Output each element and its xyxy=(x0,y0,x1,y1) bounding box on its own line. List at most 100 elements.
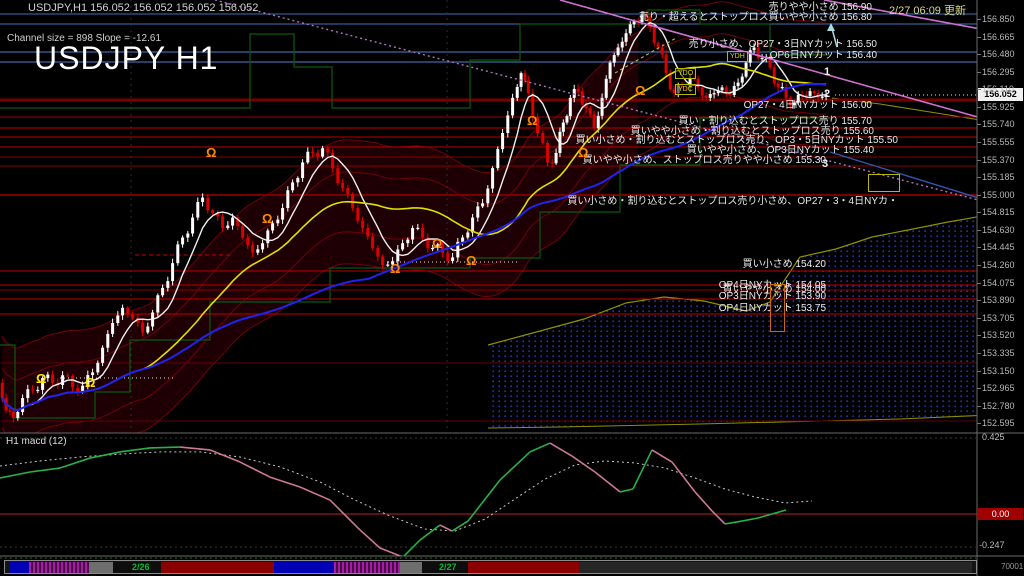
marker-box xyxy=(770,284,785,332)
macd-line-segment xyxy=(572,456,595,472)
session-segment xyxy=(468,562,579,573)
chart-canvas[interactable] xyxy=(0,0,1024,576)
axis-tick-label: 153.150 xyxy=(982,366,1015,376)
axis-tick xyxy=(977,353,981,354)
timeline-date-label: 2/26 xyxy=(132,562,150,573)
macd-line-segment xyxy=(360,530,380,548)
axis-tick-label: 154.075 xyxy=(982,278,1015,288)
axis-tick xyxy=(977,283,981,284)
macd-line-segment xyxy=(240,462,270,477)
macd-line-segment xyxy=(530,443,550,452)
axis-tick xyxy=(977,335,981,336)
omega-signal-icon: Ω xyxy=(390,262,400,275)
macd-line-segment xyxy=(712,511,725,524)
axis-tick-label: 156.480 xyxy=(982,49,1015,59)
marker-box xyxy=(868,174,900,192)
macd-line-segment xyxy=(550,443,572,456)
axis-tick xyxy=(977,318,981,319)
omega-signal-icon: Ω xyxy=(262,212,272,225)
macd-line-segment xyxy=(60,458,90,468)
axis-tick xyxy=(977,54,981,55)
session-segment xyxy=(579,562,972,573)
indicator-label: H1 macd (12) xyxy=(6,436,67,447)
level-annotation: 買いやや小さめ、ストップロス売りやや小さめ 155.30 xyxy=(583,156,826,166)
macd-line-segment xyxy=(620,489,633,492)
axis-tick-label: 156.665 xyxy=(982,32,1015,42)
axis-tick-label: 152.595 xyxy=(982,418,1015,428)
count-marker: 2 xyxy=(824,88,830,100)
axis-tick-label: 153.520 xyxy=(982,330,1015,340)
axis-tick-label: 152.780 xyxy=(982,401,1015,411)
omega-signal-icon: Ω xyxy=(85,376,95,389)
axis-tick-label: 154.815 xyxy=(982,207,1015,217)
timeline-date-label: 2/27 xyxy=(439,562,457,573)
axis-tick xyxy=(977,423,981,424)
axis-tick xyxy=(977,142,981,143)
macd-line-segment xyxy=(758,514,772,518)
omega-signal-icon: Ω xyxy=(432,237,442,250)
axis-tick-label: 152.965 xyxy=(982,383,1015,393)
macd-line-segment xyxy=(468,480,500,521)
session-segment xyxy=(9,562,29,573)
axis-tick xyxy=(977,406,981,407)
axis-tick xyxy=(977,19,981,20)
yesterday-level-box: YDC xyxy=(675,84,696,95)
page-title: USDJPY H1 xyxy=(34,40,218,77)
level-annotation: OP6日NYカット 156.40 xyxy=(770,51,877,61)
axis-tick-label: 154.445 xyxy=(982,242,1015,252)
macd-line-segment xyxy=(500,452,530,480)
macd-line-segment xyxy=(695,492,712,511)
axis-tick-label: 155.185 xyxy=(982,172,1015,182)
axis-tick-label: 156.295 xyxy=(982,67,1015,77)
macd-line-segment xyxy=(330,500,360,530)
level-annotation: 売り・超えるとストップロス買いやや小さめ 156.80 xyxy=(639,13,872,23)
macd-signal-line xyxy=(0,452,812,531)
macd-pane[interactable] xyxy=(0,438,977,557)
axis-tick xyxy=(977,195,981,196)
level-annotation: 買い小さめ・割り込むとストップロス売り小さめ、OP27・3・4日NYカ・ xyxy=(567,197,898,207)
macd-line-segment xyxy=(403,540,420,557)
macd-line-segment xyxy=(150,447,180,448)
axis-tick xyxy=(977,247,981,248)
session-segment xyxy=(274,562,334,573)
count-marker: 3 xyxy=(822,158,828,170)
session-strip xyxy=(0,557,977,559)
macd-line-segment xyxy=(270,477,300,487)
axis-tick xyxy=(977,371,981,372)
ohlc-header: USDJPY,H1 156.052 156.052 156.052 156.05… xyxy=(28,2,258,14)
axis-tick-label: 155.740 xyxy=(982,119,1015,129)
axis-tick-label: 156.850 xyxy=(982,14,1015,24)
indicator-axis-min: -0.247 xyxy=(979,540,1005,550)
yesterday-level-box: YDO xyxy=(675,68,696,79)
macd-line-segment xyxy=(120,448,150,452)
macd-line-segment xyxy=(633,450,652,489)
axis-tick-label: 155.555 xyxy=(982,137,1015,147)
axis-tick xyxy=(977,107,981,108)
axis-tick xyxy=(977,212,981,213)
level-annotation: OP27・4日NYカット 156.00 xyxy=(744,101,872,111)
axis-tick xyxy=(977,124,981,125)
axis-tick xyxy=(977,37,981,38)
macd-line-segment xyxy=(180,447,210,450)
axis-tick xyxy=(977,177,981,178)
session-timeline-bar: macd OS 2/262/27 xyxy=(4,560,977,574)
macd-line-segment xyxy=(420,525,440,540)
omega-signal-icon: Ω xyxy=(635,84,645,97)
macd-line-segment xyxy=(652,450,672,462)
axis-tick-label: 155.000 xyxy=(982,190,1015,200)
axis-tick xyxy=(977,388,981,389)
count-marker: 1 xyxy=(824,66,830,78)
axis-tick-label: 153.890 xyxy=(982,295,1015,305)
yesterday-level-box: YDH xyxy=(727,51,748,62)
macd-line-segment xyxy=(725,521,742,524)
level-annotation: 売り小さめ、OP27・3日NYカット 156.50 xyxy=(689,40,877,50)
axis-tick-label: 156.110 xyxy=(982,84,1014,94)
indicator-zero-tag: 0.00 xyxy=(978,508,1023,520)
macd-line-segment xyxy=(772,510,786,514)
axis-tick-label: 154.630 xyxy=(982,225,1015,235)
axis-tick xyxy=(977,265,981,266)
axis-tick-label: 154.260 xyxy=(982,260,1015,270)
macd-line-segment xyxy=(0,472,30,478)
corner-counter: 70001 xyxy=(1001,562,1023,571)
macd-line-segment xyxy=(90,452,120,458)
